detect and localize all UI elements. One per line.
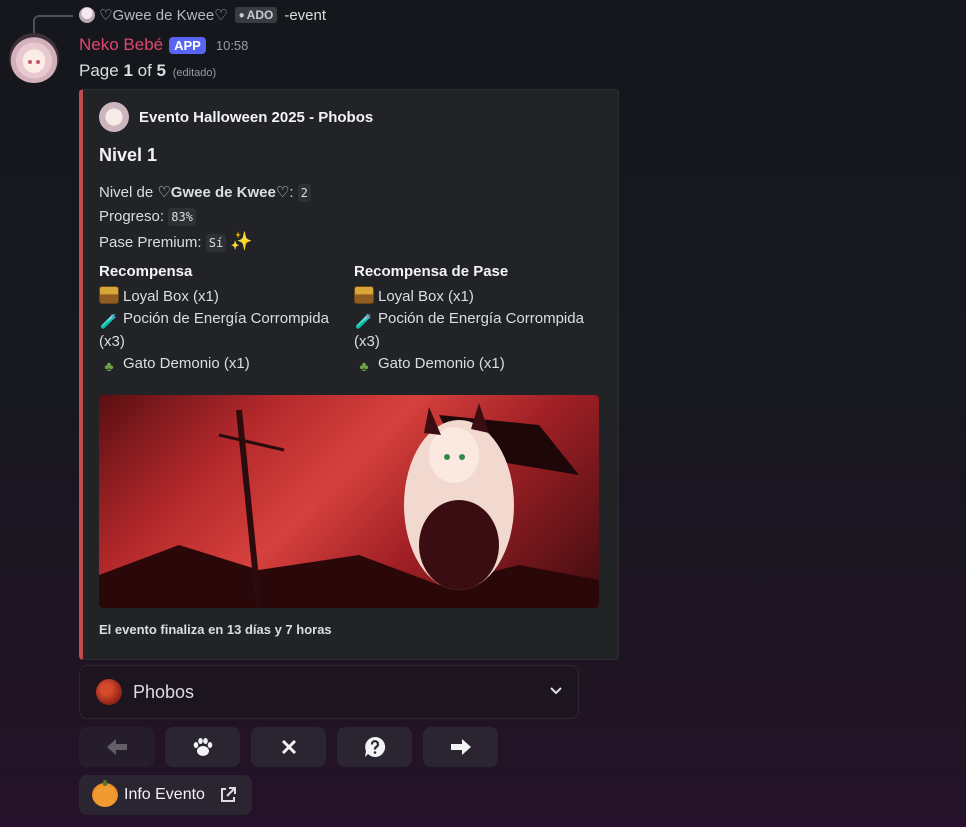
avatar-face <box>23 51 45 73</box>
item-text: Poción de Energía Corrompida (x3) <box>99 310 329 350</box>
guild-tag-badge[interactable]: ● ADO <box>234 7 278 23</box>
page-prefix: Page <box>79 61 124 80</box>
next-button[interactable] <box>423 727 498 767</box>
reply-avatar[interactable] <box>79 7 95 23</box>
page-total: 5 <box>156 61 166 80</box>
embed-description: Nivel de ♡Gwee de Kwee♡: 2 Progreso: 83%… <box>99 181 311 255</box>
paw-icon <box>193 738 212 756</box>
chevron-down-icon <box>550 687 562 695</box>
field-item: Loyal Box (x1) <box>354 285 594 309</box>
author-name: Evento Halloween 2025 - Phobos <box>139 108 374 126</box>
potion-icon: 🧪 <box>355 313 373 329</box>
select-value: Phobos <box>133 681 195 702</box>
chest-icon <box>354 285 374 304</box>
chest-icon <box>99 285 119 304</box>
arrow-left-icon <box>106 739 127 755</box>
info-evento-label: Info Evento <box>124 786 205 803</box>
progress-line: Progreso: 83% <box>99 205 311 229</box>
reply-command[interactable]: -event <box>284 7 326 24</box>
item-text: Gato Demonio (x1) <box>378 355 505 372</box>
demon-cat-icon: ♣ <box>104 358 114 374</box>
field-recompensa-pase: Recompensa de Pase Loyal Box (x1) 🧪 Poció… <box>354 261 594 376</box>
progress-label: Progreso: <box>99 208 165 225</box>
item-text: Loyal Box (x1) <box>378 287 474 305</box>
guild-tag-label: ADO <box>246 8 274 22</box>
reply-reference[interactable]: ♡Gwee de Kwee♡ ● ADO -event <box>79 5 326 25</box>
progress-value: 83% <box>168 208 196 226</box>
embed-footer: El evento finaliza en 13 días y 7 horas <box>99 622 332 637</box>
page-of: of <box>132 61 157 80</box>
field-item: 🧪 Poción de Energía Corrompida (x3) <box>99 308 339 353</box>
timestamp[interactable]: 10:58 <box>216 38 249 53</box>
field-name: Recompensa de Pase <box>354 263 509 280</box>
level-value: 2 <box>297 184 311 202</box>
help-icon <box>364 736 385 757</box>
level-user: ♡Gwee de Kwee♡ <box>157 184 290 201</box>
embed: Evento Halloween 2025 - Phobos Nivel 1 N… <box>79 89 619 660</box>
reply-username[interactable]: ♡Gwee de Kwee♡ <box>99 6 228 24</box>
help-button[interactable] <box>337 727 412 767</box>
message-header: Neko Bebé APP 10:58 <box>79 35 248 55</box>
app-badge: APP <box>169 36 206 54</box>
external-link-icon <box>220 787 236 802</box>
premium-line: Pase Premium: Sí ✨ <box>99 229 311 255</box>
level-colon: : <box>289 184 294 201</box>
item-text: Gato Demonio (x1) <box>123 355 250 372</box>
field-item: 🧪 Poción de Energía Corrompida (x3) <box>354 308 594 353</box>
field-item: Loyal Box (x1) <box>99 285 339 309</box>
page-current: 1 <box>123 61 133 80</box>
avatar-eye <box>36 60 40 64</box>
event-select[interactable]: Phobos <box>79 665 579 719</box>
avatar[interactable] <box>9 33 59 83</box>
paw-button[interactable] <box>165 727 240 767</box>
embed-image[interactable] <box>99 395 599 608</box>
author-icon <box>99 102 129 132</box>
message-content: Page 1 of 5 (editado) <box>79 61 216 81</box>
avatar-eye <box>28 60 32 64</box>
field-item: ♣ Gato Demonio (x1) <box>354 353 594 376</box>
embed-author: Evento Halloween 2025 - Phobos <box>99 102 373 132</box>
field-recompensa: Recompensa Loyal Box (x1) 🧪 Poción de Ene… <box>99 261 339 376</box>
moon-icon <box>96 679 122 705</box>
premium-value: Sí <box>205 234 227 252</box>
field-name: Recompensa <box>99 263 193 280</box>
close-button[interactable] <box>251 727 326 767</box>
tag-icon: ● <box>238 9 245 21</box>
embed-title: Nivel 1 <box>99 145 158 165</box>
sparkles-icon: ✨ <box>230 231 253 251</box>
field-item: ♣ Gato Demonio (x1) <box>99 353 339 376</box>
previous-button[interactable] <box>79 727 154 767</box>
premium-label: Pase Premium: <box>99 234 202 251</box>
username[interactable]: Neko Bebé <box>79 35 163 55</box>
halloween-art <box>99 403 599 608</box>
pagination-buttons <box>79 727 498 767</box>
potion-icon: 🧪 <box>100 313 118 329</box>
item-text: Poción de Energía Corrompida (x3) <box>354 310 584 350</box>
info-evento-button[interactable]: Info Evento <box>79 775 252 815</box>
pumpkin-icon <box>92 780 118 807</box>
level-line: Nivel de ♡Gwee de Kwee♡: 2 <box>99 181 311 205</box>
edited-label: (editado) <box>172 67 217 79</box>
level-prefix: Nivel de <box>99 184 158 201</box>
item-text: Loyal Box (x1) <box>123 287 219 305</box>
close-icon <box>281 739 296 755</box>
arrow-right-icon <box>450 739 471 755</box>
demon-cat-icon: ♣ <box>359 358 369 374</box>
